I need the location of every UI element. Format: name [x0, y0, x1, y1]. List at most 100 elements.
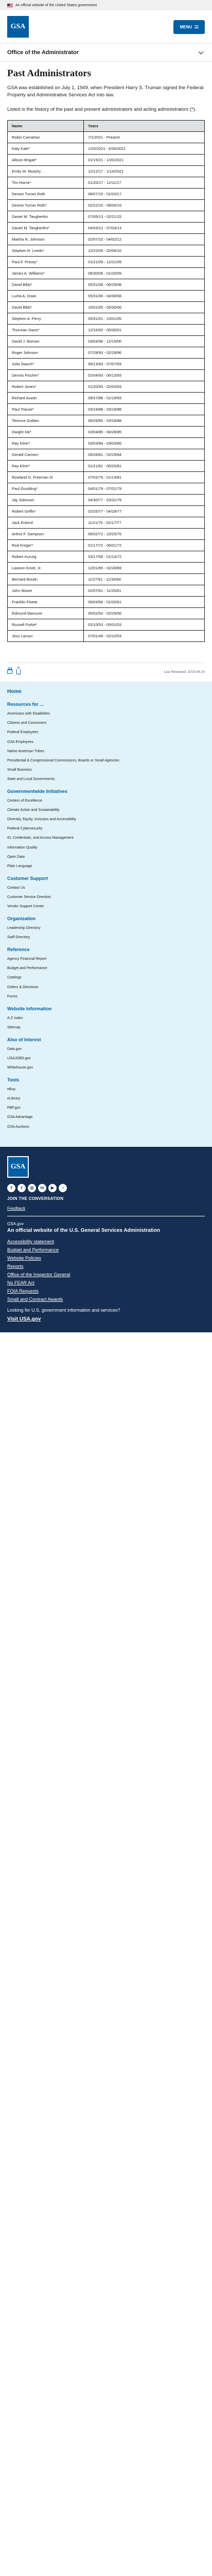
administrator-name: David J. Barram [7, 335, 84, 348]
footer-section-title[interactable]: Organization [7, 916, 205, 921]
footer-section-title[interactable]: Customer Support [7, 876, 205, 881]
footer-link[interactable]: Small Business [7, 768, 205, 772]
identifier-link[interactable]: FOIA Requests [7, 1289, 205, 1294]
footer-link[interactable]: Open Data [7, 855, 205, 859]
identifier-link[interactable]: Office of the Inspector General [7, 1272, 205, 1277]
identifier-link[interactable]: Small and Contract Awards [7, 1297, 205, 1302]
footer-link[interactable]: Citizens and Consumers [7, 721, 205, 725]
table-row: Denise Turner Roth* 02/22/15 - 08/06/15 [7, 199, 205, 212]
administrator-years: 03/17/69 - 01/14/72 [83, 551, 205, 563]
rss-icon[interactable]: ◔ [59, 1183, 67, 1192]
table-row: Robin Carnahan 7/1/2021 - Present [7, 131, 205, 144]
administrator-years: 02/10/53 - 05/01/53 [83, 619, 205, 631]
share-icon[interactable] [16, 669, 21, 675]
administrator-years: 05/03/56 - 01/20/61 [83, 596, 205, 608]
footer-section-title[interactable]: Reference [7, 947, 205, 952]
footer-section-title[interactable]: Tools [7, 1077, 205, 1082]
footer-link[interactable]: Climate Action and Sustainability [7, 808, 205, 812]
instagram-icon[interactable]: ◎ [28, 1183, 36, 1192]
footer-link[interactable]: Catalogs [7, 975, 205, 980]
identifier-link[interactable]: No FEAR Act [7, 1280, 205, 1285]
footer-link[interactable]: GSA Auctions [7, 1125, 205, 1129]
menu-button[interactable]: MENU [173, 20, 205, 34]
table-row: Paul Trause* 03/19/88 - 03/18/88 [7, 403, 205, 416]
administrator-years: 07/05/13 - 02/21/15 [83, 211, 205, 223]
twitter-icon[interactable]: t [17, 1183, 26, 1192]
page-meta: Last Reviewed: 2019-04-24 [7, 663, 205, 675]
footer-link[interactable]: Forms [7, 994, 205, 999]
identifier-link[interactable]: Budget and Performance [7, 1247, 205, 1252]
footer-link[interactable]: GSA Employees [7, 740, 205, 744]
gsa-footer-logo[interactable]: GSA [7, 1156, 29, 1178]
footer-link[interactable]: Vendor Support Center [7, 904, 205, 909]
youtube-icon[interactable]: ▶ [48, 1183, 57, 1192]
gsa-logo[interactable]: GSA [7, 16, 29, 38]
footer-link[interactable]: Customer Service Direction [7, 895, 205, 900]
administrator-years: 07/02/79 - 01/14/81 [83, 471, 205, 484]
administrator-years: 04/03/12 - 07/04/13 [83, 222, 205, 234]
footer-link[interactable]: Diversity, Equity, Inclusion and Accessi… [7, 817, 205, 822]
administrator-years: 01/17/72 - 06/01/72 [83, 539, 205, 552]
administrator-name: Stephen R. Leeds* [7, 245, 84, 257]
table-row: Bernard Boutin 11/27/61 - 11/30/64 [7, 573, 205, 586]
administrator-years: 06/30/08 - 01/20/09 [83, 267, 205, 280]
office-bar[interactable]: Office of the Administrator [0, 43, 212, 62]
footer-section-title[interactable]: Also of Interest [7, 1037, 205, 1042]
footer-link[interactable]: Federal Employees [7, 730, 205, 735]
footer-nav: Home Resources for ... Americans with Dis… [0, 682, 212, 1147]
footer-link[interactable]: Data.gov [7, 1047, 205, 1052]
intro: GSA was established on July 1, 1949, whe… [7, 84, 205, 113]
administrator-years: 12/16/00 - 05/30/01 [83, 324, 205, 336]
column-header-name: Name [7, 120, 84, 132]
footer-link[interactable]: Federal Cybersecurity [7, 826, 205, 831]
administrator-name: Rowland G. Freeman III [7, 471, 84, 484]
administrator-years: 02/25/77 - 04/29/77 [83, 505, 205, 518]
footer-link[interactable]: eBuy [7, 1087, 205, 1092]
footer-link[interactable]: A-Z Index [7, 1016, 205, 1021]
footer-link[interactable]: Orders & Directives [7, 985, 205, 990]
footer-link[interactable]: State and Local Governments [7, 777, 205, 782]
footer-link[interactable]: Presidential & Congressional Commissions… [7, 758, 205, 763]
footer-link[interactable]: Agency Financial Report [7, 957, 205, 961]
footer-section: Also of Interest Data.gov USAJOBS.gov White… [7, 1037, 205, 1070]
footer-link[interactable]: Budget and Performance [7, 966, 205, 971]
identifier-link[interactable]: Website Policies [7, 1256, 205, 1261]
footer-link[interactable]: Information Quality [7, 845, 205, 850]
facebook-icon[interactable]: f [7, 1183, 15, 1192]
administrator-years: 02/04/93 - 06/13/93 [83, 369, 205, 382]
footer-link[interactable]: Contact Us [7, 886, 205, 890]
footer-link[interactable]: Leadership Directory [7, 926, 205, 930]
table-row: Edmund Mansure 05/02/53 - 02/29/56 [7, 607, 205, 620]
administrator-years: 01/20/93 - 02/03/93 [83, 381, 205, 393]
footer-section-title[interactable]: Resources for ... [7, 702, 205, 707]
footer-link[interactable]: Native American Tribes [7, 749, 205, 754]
footer-link[interactable]: Sitemap [7, 1025, 205, 1030]
footer-section: Customer Support Contact Us Customer Servi… [7, 876, 205, 909]
linkedin-icon[interactable]: in [38, 1183, 46, 1192]
footer-section-title[interactable]: Governmentwide Initiatives [7, 789, 205, 794]
administrator-years: 11/27/61 - 11/30/64 [83, 573, 205, 586]
identifier-link[interactable]: Accessibility statement [7, 1239, 205, 1244]
footer-link[interactable]: Whitehouse.gov [7, 1065, 205, 1070]
visit-usa-gov-link[interactable]: Visit USA.gov [7, 1316, 41, 1322]
administrator-name: Terence Golden [7, 415, 84, 427]
feedback-link[interactable]: Feedback [7, 1206, 205, 1211]
footer-link[interactable]: Americans with Disabilities [7, 711, 205, 716]
footer-link[interactable]: Centers of Excellence [7, 799, 205, 803]
footer-section-title[interactable]: Website Information [7, 1006, 205, 1011]
identifier-link[interactable]: Reports [7, 1264, 205, 1269]
footer-link[interactable]: eLibrary [7, 1096, 205, 1101]
footer-link[interactable]: Staff Directory [7, 935, 205, 940]
table-row: Robert Griffin* 02/25/77 - 04/29/77 [7, 505, 205, 518]
administrator-years: 05/31/08 - 06/29/08 [83, 279, 205, 291]
administrator-name: David Bibb* [7, 279, 84, 291]
footer-link[interactable]: GSA Advantage [7, 1115, 205, 1120]
footer-link[interactable]: FBP.gov [7, 1106, 205, 1110]
print-icon[interactable] [7, 668, 12, 674]
footer-link[interactable]: Plain Language [7, 864, 205, 869]
footer-home-link[interactable]: Home [7, 689, 205, 694]
administrator-years: 04/01/79 - 07/01/79 [83, 483, 205, 495]
identifier-domain: GSA.gov [7, 1221, 24, 1226]
footer-link[interactable]: ID, Credentials, and Access Management [7, 836, 205, 840]
footer-link[interactable]: USAJOBS.gov [7, 1056, 205, 1061]
